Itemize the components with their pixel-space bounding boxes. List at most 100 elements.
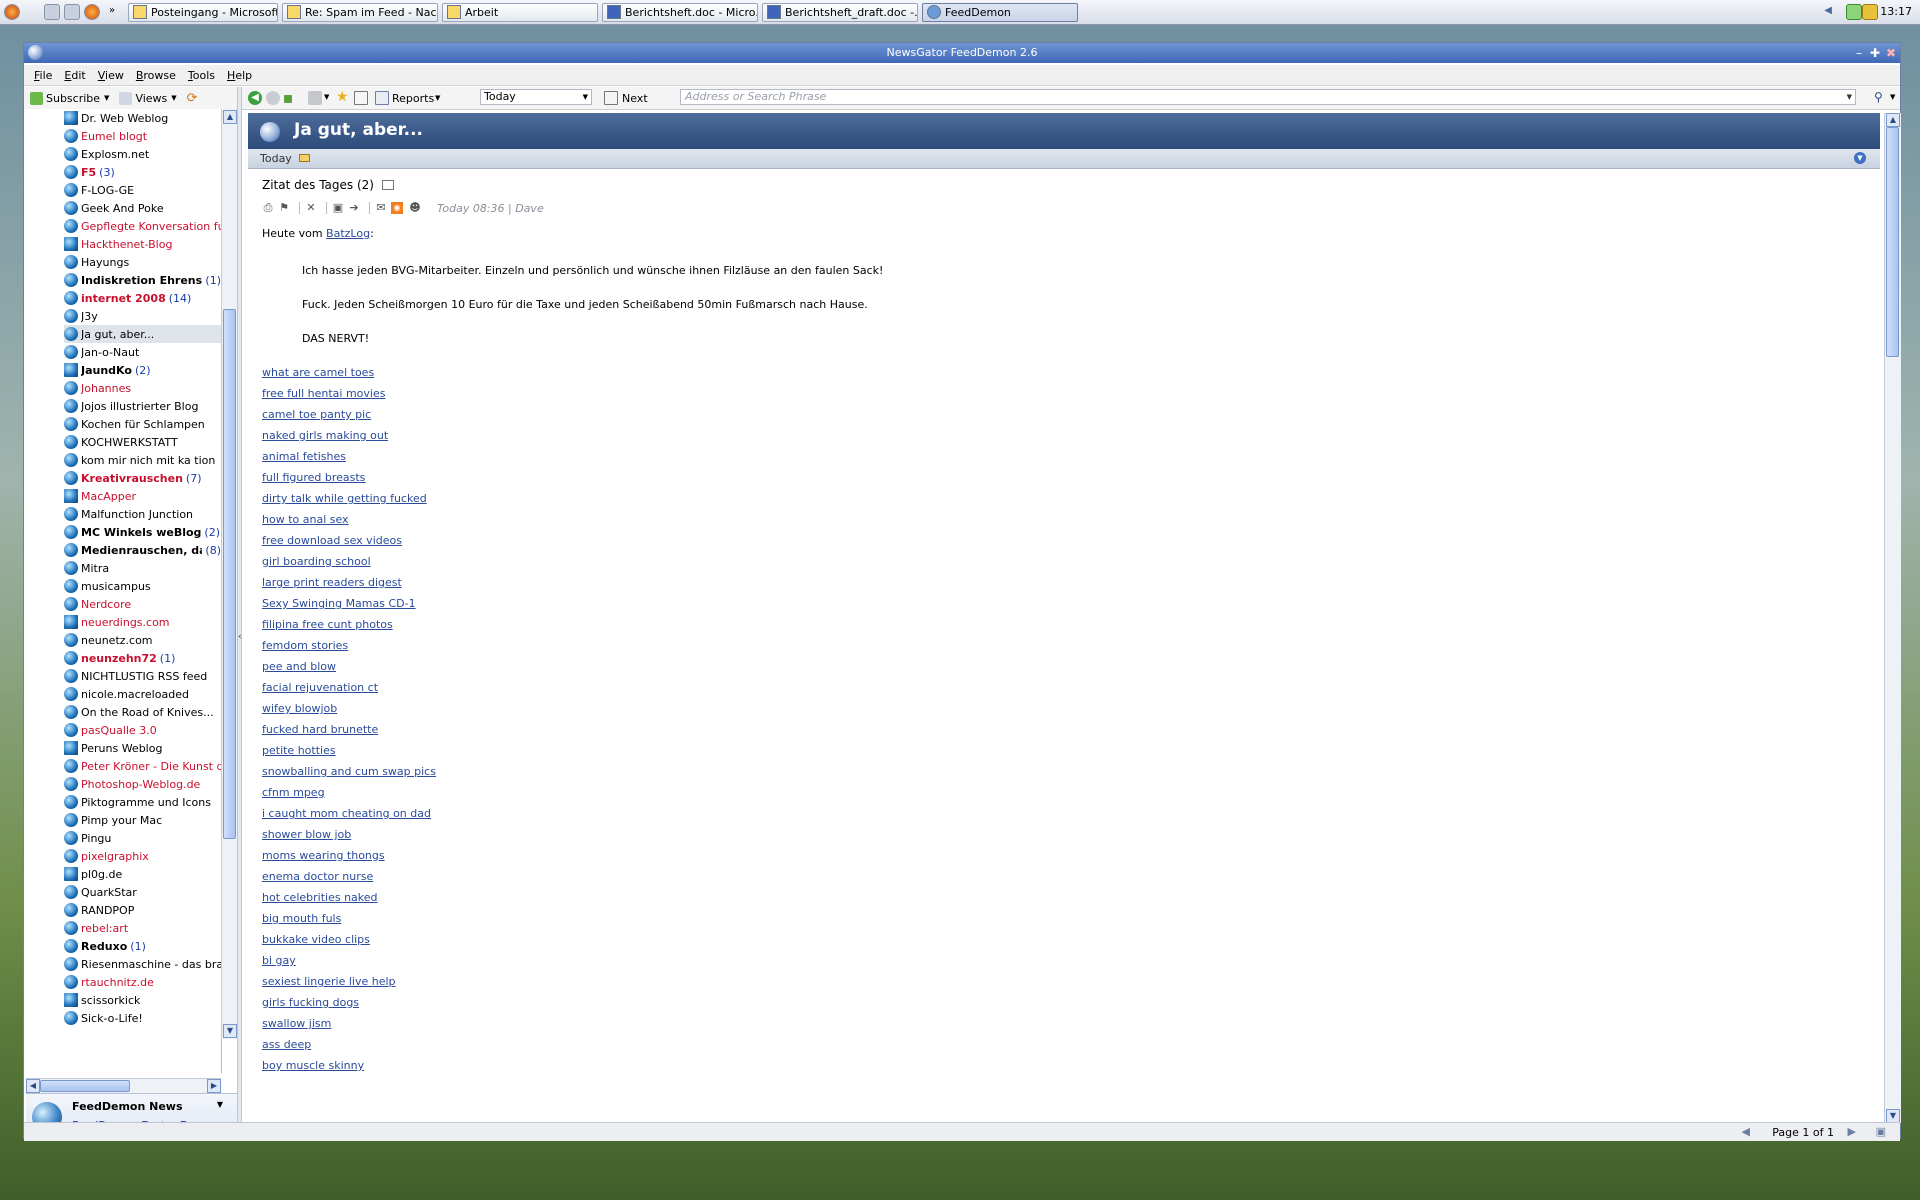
feed-item[interactable]: Malfunction Junction [64, 505, 221, 523]
feed-item[interactable]: Indiskretion Ehrensache(1) [64, 271, 221, 289]
spam-link[interactable]: large print readers digest [262, 576, 1842, 597]
spam-link[interactable]: full figured breasts [262, 471, 1842, 492]
feed-item[interactable]: Kreativrauschen (7) [64, 469, 221, 487]
spam-link[interactable]: femdom stories [262, 639, 1842, 660]
menu-help[interactable]: Help [225, 69, 254, 82]
spam-link[interactable]: how to anal sex [262, 513, 1842, 534]
close-icon[interactable]: ✖ [1884, 46, 1898, 60]
chevron-down-icon[interactable]: ▼ [1890, 93, 1904, 107]
feed-item[interactable]: pasQualle 3.0 [64, 721, 221, 739]
feed-item[interactable]: Mitra [64, 559, 221, 577]
minimize-icon[interactable]: – [1852, 46, 1866, 60]
feed-item[interactable]: Reduxo (1) [64, 937, 221, 955]
quicklaunch-explorer-icon[interactable] [64, 4, 80, 20]
next-icon[interactable] [604, 91, 618, 105]
spam-link[interactable]: bukkake video clips [262, 933, 1842, 954]
popout-icon[interactable] [381, 180, 394, 190]
feed-item[interactable]: Peter Kröner - Die Kunst des [64, 757, 221, 775]
taskbar-button-mail-reply[interactable]: Re: Spam im Feed - Nac... [282, 2, 438, 22]
next-page-icon[interactable]: ▶ [1848, 1125, 1856, 1138]
menu-view[interactable]: View [96, 69, 126, 82]
feed-list-scroll-thumb[interactable] [223, 309, 236, 839]
feed-item[interactable]: KOCHWERKSTATT [64, 433, 221, 451]
taskbar-button-word-draft[interactable]: Berichtsheft_draft.doc -... [762, 2, 918, 22]
back-icon[interactable]: ◀ [248, 91, 262, 105]
spam-link[interactable]: i caught mom cheating on dad [262, 807, 1842, 828]
scroll-down-icon[interactable]: ▼ [223, 1024, 237, 1038]
spam-link[interactable]: Sexy Swinging Mamas CD-1 [262, 597, 1842, 618]
feed-item[interactable]: Gepflegte Konversation fuer [64, 217, 221, 235]
feed-list-vscrollbar[interactable]: ▲ ▼ [221, 109, 238, 1039]
menu-file[interactable]: File [32, 69, 54, 82]
views-button[interactable]: Views ▼ [119, 91, 177, 105]
tray-arrow-icon[interactable]: ◀ [1824, 5, 1832, 16]
feed-item[interactable]: MC Winkels weBlog (2) [64, 523, 221, 541]
spam-link[interactable]: girls fucking dogs [262, 996, 1842, 1017]
feed-item[interactable]: neunzehn72 (1) [64, 649, 221, 667]
delete-icon[interactable]: ✕ [305, 202, 317, 214]
quicklaunch-firefox-icon[interactable] [84, 4, 100, 20]
taskbar-button-feeddemon[interactable]: FeedDemon [922, 2, 1078, 22]
people-icon[interactable]: ☻ [407, 202, 423, 214]
maximize-icon[interactable]: ✚ [1868, 46, 1882, 60]
feed-item[interactable]: Riesenmaschine - das brand [64, 955, 221, 973]
next-button[interactable]: Next [622, 92, 648, 105]
menu-tools[interactable]: Tools [186, 69, 217, 82]
scroll-up-icon[interactable]: ▲ [1886, 113, 1900, 127]
flag-icon[interactable]: ⚑ [278, 202, 290, 214]
feed-item[interactable]: scissorkick [64, 991, 221, 1009]
comment-icon[interactable]: ✉ [375, 202, 387, 214]
rss-icon[interactable] [308, 91, 322, 105]
feed-list-hscrollbar[interactable]: ◀ ▶ [26, 1078, 221, 1093]
feed-item[interactable]: QuarkStar [64, 883, 221, 901]
spam-link[interactable]: enema doctor nurse [262, 870, 1842, 891]
quicklaunch-desktop-icon[interactable] [44, 4, 60, 20]
feed-list-hscroll-thumb[interactable] [40, 1080, 130, 1092]
spam-link[interactable]: bi gay [262, 954, 1842, 975]
spam-link[interactable]: cfnm mpeg [262, 786, 1842, 807]
spam-link[interactable]: camel toe panty pic [262, 408, 1842, 429]
reports-button[interactable]: Reports [392, 92, 434, 105]
feed-item[interactable]: rtauchnitz.de [64, 973, 221, 991]
spam-link[interactable]: moms wearing thongs [262, 849, 1842, 870]
feed-item[interactable]: neuerdings.com [64, 613, 221, 631]
star-icon[interactable]: ★ [336, 89, 350, 105]
spam-link[interactable]: hot celebrities naked [262, 891, 1842, 912]
feed-item[interactable]: MacApper [64, 487, 221, 505]
tray-network-icon[interactable] [1846, 4, 1862, 20]
feed-item[interactable]: Eumel blogt [64, 127, 221, 145]
spam-link[interactable]: naked girls making out [262, 429, 1842, 450]
spam-link[interactable]: girl boarding school [262, 555, 1842, 576]
article-title[interactable]: Zitat des Tages (2) [262, 178, 1842, 192]
spam-link[interactable]: petite hotties [262, 744, 1842, 765]
feed-item[interactable]: NICHTLUSTIG RSS feed [64, 667, 221, 685]
feed-item[interactable]: Piktogramme und Icons [64, 793, 221, 811]
quicklaunch-more-icon[interactable]: » [104, 4, 120, 20]
spam-link[interactable]: what are camel toes [262, 366, 1842, 387]
rss-feed-icon[interactable]: ◉ [391, 202, 403, 214]
clip-icon[interactable]: ▣ [332, 202, 344, 214]
feed-item[interactable]: pixelgraphix [64, 847, 221, 865]
feed-item[interactable]: Pimp your Mac [64, 811, 221, 829]
feed-item[interactable]: neunetz.com [64, 631, 221, 649]
spam-link[interactable]: free full hentai movies [262, 387, 1842, 408]
title-bar[interactable]: NewsGator FeedDemon 2.6 – ✚ ✖ [24, 43, 1900, 63]
feed-item[interactable]: Johannes [64, 379, 221, 397]
feed-item[interactable]: Jojos illustrierter Blog [64, 397, 221, 415]
taskbar-button-folder[interactable]: Arbeit [442, 2, 598, 22]
spam-link[interactable]: boy muscle skinny [262, 1059, 1842, 1080]
print-icon[interactable]: ⎙ [262, 202, 274, 214]
scroll-right-icon[interactable]: ▶ [207, 1079, 221, 1093]
feed-item[interactable]: kom mir nich mit ka tion [64, 451, 221, 469]
feed-item[interactable]: JaundKo (2) [64, 361, 221, 379]
feed-item[interactable]: Explosm.net [64, 145, 221, 163]
batzlog-link[interactable]: BatzLog [326, 227, 370, 240]
taskbar-button-word-doc[interactable]: Berichtsheft.doc - Micro... [602, 2, 758, 22]
scroll-up-icon[interactable]: ▲ [223, 110, 237, 124]
feed-item[interactable]: musicampus [64, 577, 221, 595]
forward-arrow-icon[interactable]: ➔ [348, 202, 360, 214]
feed-item[interactable]: Geek And Poke [64, 199, 221, 217]
feed-item[interactable]: F5 (3) [64, 163, 221, 181]
date-filter-select[interactable]: Today ▼ [480, 89, 592, 105]
feed-item[interactable]: nicole.macreloaded [64, 685, 221, 703]
